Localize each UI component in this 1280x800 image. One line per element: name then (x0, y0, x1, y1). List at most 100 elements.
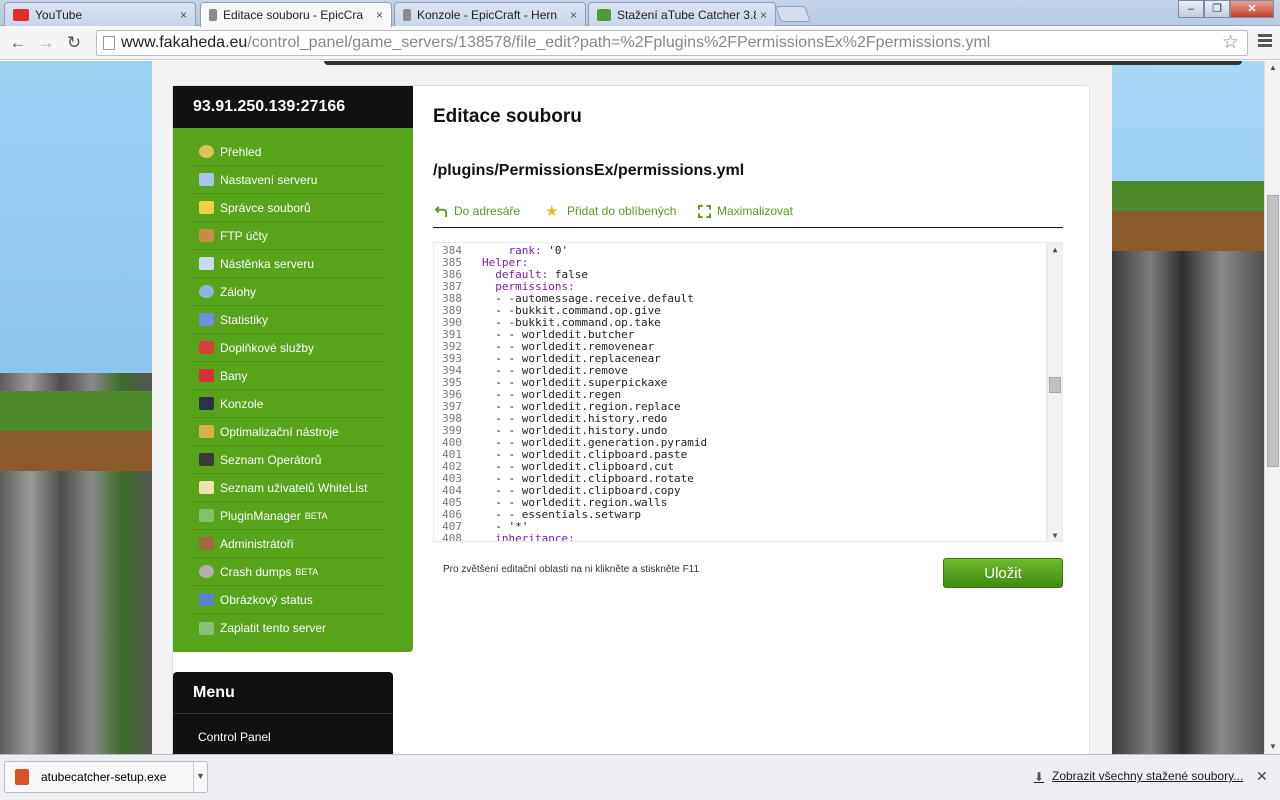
server-sidebar: 93.91.250.139:27166 Přehled Nastavení se… (173, 86, 413, 652)
line-number: 408 (442, 532, 462, 542)
editor-hint: Pro zvětšení editační oblasti na ni klik… (443, 564, 700, 575)
scroll-down-icon[interactable]: ▼ (1265, 740, 1280, 754)
action-label: Přidat do oblíbených (567, 204, 677, 218)
tab-label: Konzole - EpicCraft - Hern (417, 7, 558, 22)
sidebar-item-bany[interactable]: Bany (193, 362, 383, 390)
sidebar-item-statistiky[interactable]: Statistiky (193, 306, 383, 334)
tab-strip: YouTube × Editace souboru - EpicCra × Ko… (0, 0, 1280, 27)
close-icon[interactable]: ✕ (1256, 768, 1268, 785)
sidebar-item-spravce-souboru[interactable]: Správce souborů (193, 194, 383, 222)
forward-icon[interactable]: → (34, 31, 58, 55)
back-icon[interactable]: ← (6, 31, 30, 55)
scroll-down-icon[interactable]: ▼ (1047, 529, 1062, 541)
line-number-gutter: 384 385 386 387 388 389 390 391 392 393 394 395 396 3… (434, 243, 462, 542)
tab-youtube[interactable]: YouTube × (4, 2, 196, 26)
sidebar-item-label: Bany (220, 368, 248, 383)
sidebar-item-zaplatit[interactable]: Zaplatit tento server (193, 614, 383, 642)
editor-scroll-thumb[interactable] (1049, 377, 1061, 393)
sidebar-item-ftp[interactable]: FTP účty (193, 222, 383, 250)
sidebar-item-label: Seznam Operátorů (220, 452, 322, 467)
show-all-label: Zobrazit všechny stažené soubory... (1052, 769, 1244, 783)
browser-toolbar: ← → ↻ www.fakaheda.eu/control_panel/game… (0, 26, 1280, 60)
sidebar-item-label: Statistiky (220, 312, 269, 327)
tab-konzole[interactable]: Konzole - EpicCraft - Hern × (394, 2, 586, 26)
sidebar-item-operatori[interactable]: Seznam Operátorů (193, 446, 383, 474)
menu-box: Menu Control Panel (173, 672, 393, 754)
action-label: Maximalizovat (717, 204, 794, 218)
sidebar-item-label: PluginManager (220, 508, 301, 523)
maximize-window-icon[interactable]: ❐ (1204, 0, 1230, 18)
close-icon[interactable]: × (376, 8, 383, 22)
sidebar-item-nastenka[interactable]: Nástěnka serveru (193, 250, 383, 278)
window-close-icon[interactable]: ✕ (1230, 0, 1274, 18)
scroll-up-icon[interactable]: ▲ (1265, 61, 1280, 75)
sidebar-item-whitelist[interactable]: Seznam uživatelů WhiteList (193, 474, 383, 502)
background-landscape-left (0, 61, 152, 754)
url-host: www.fakaheda.eu (121, 34, 248, 51)
code-area[interactable]: rank: '0' Helper: default: false permissi… (482, 243, 1042, 542)
download-filename: atubecatcher-setup.exe (41, 770, 167, 784)
maximize-link[interactable]: Maximalizovat (698, 204, 793, 218)
scroll-up-icon[interactable]: ▲ (1047, 243, 1062, 257)
cross-icon (199, 369, 214, 382)
minimize-icon[interactable]: ‒ (1178, 0, 1204, 18)
code-editor[interactable]: 384 385 386 387 388 389 390 391 392 393 394 395 396 3… (433, 242, 1063, 542)
sidebar-item-label: Crash dumps (220, 564, 292, 579)
sidebar-item-administratori[interactable]: Administrátoři (193, 530, 383, 558)
new-tab-button[interactable] (775, 6, 811, 22)
sidebar-item-optimalizace[interactable]: Optimalizační nástroje (193, 418, 383, 446)
show-all-downloads-link[interactable]: ⬇ Zobrazit všechny stažené soubory... (1034, 769, 1244, 784)
sidebar-item-zalohy[interactable]: Zálohy (193, 278, 383, 306)
browser-menu-icon[interactable] (1258, 34, 1272, 49)
download-bar: atubecatcher-setup.exe ▼ ⬇ Zobrazit všec… (0, 754, 1280, 800)
menu-item-control-panel[interactable]: Control Panel (173, 714, 393, 744)
page-scroll-thumb[interactable] (1267, 195, 1279, 467)
sidebar-item-prehled[interactable]: Přehled (193, 138, 383, 166)
sidebar-item-doplnkove-sluzby[interactable]: Doplňkové služby (193, 334, 383, 362)
chart-icon (199, 313, 214, 326)
editor-scrollbar[interactable]: ▲ ▼ (1046, 243, 1062, 541)
tab-atube-catcher[interactable]: Stažení aTube Catcher 3.8 × (588, 2, 776, 26)
add-favorite-link[interactable]: ★ Přidat do oblíbených (545, 204, 677, 219)
sidebar-item-obrazkovy-status[interactable]: Obrázkový status (193, 586, 383, 614)
menu-title: Menu (173, 672, 393, 714)
puzzle-icon (199, 509, 214, 522)
action-label: Do adresáře (454, 204, 521, 218)
tab-label: Editace souboru - EpicCra (223, 8, 364, 22)
sidebar-item-label: Administrátoři (220, 536, 294, 551)
back-arrow-icon (435, 205, 448, 217)
disc-icon (199, 285, 214, 298)
sidebar-item-crash-dumps[interactable]: Crash dumps BETA (193, 558, 383, 586)
sidebar-item-pluginmanager[interactable]: PluginManager BETA (193, 502, 383, 530)
server-address: 93.91.250.139:27166 (173, 86, 413, 128)
background-landscape-right (1112, 61, 1268, 754)
sidebar-item-label: Přehled (220, 144, 262, 159)
sidebar-item-nastaveni[interactable]: Nastavení serveru (193, 166, 383, 194)
youtube-icon (13, 8, 29, 21)
reload-icon[interactable]: ↻ (62, 31, 86, 55)
code-line: rank: '0' (508, 244, 569, 257)
board-icon (199, 257, 214, 270)
url-path: /control_panel/game_servers/138578/file_… (247, 34, 991, 51)
sidebar-item-label: Nástěnka serveru (220, 256, 315, 271)
download-item[interactable]: atubecatcher-setup.exe ▼ (4, 761, 208, 793)
file-actions: Do adresáře ★ Přidat do oblíbených Maxim… (433, 192, 1063, 228)
tab-editace-souboru[interactable]: Editace souboru - EpicCra × (200, 2, 392, 27)
terminal-icon (199, 397, 214, 410)
back-to-directory-link[interactable]: Do adresáře (435, 204, 520, 218)
close-icon[interactable]: × (180, 8, 187, 22)
close-icon[interactable]: × (760, 8, 767, 22)
bookmark-star-icon[interactable]: ☆ (1222, 31, 1239, 55)
address-bar[interactable]: www.fakaheda.eu/control_panel/game_serve… (96, 30, 1248, 56)
main-panel: 93.91.250.139:27166 Přehled Nastavení se… (172, 85, 1090, 754)
chevron-down-icon[interactable]: ▼ (193, 762, 207, 792)
page-scrollbar[interactable]: ▲ ▼ (1264, 61, 1280, 754)
sidebar-item-konzole[interactable]: Konzole (193, 390, 383, 418)
sidebar-item-label: Seznam uživatelů WhiteList (220, 480, 368, 495)
page-viewport: 93.91.250.139:27166 Přehled Nastavení se… (0, 61, 1280, 754)
close-icon[interactable]: × (570, 8, 577, 22)
favicon-icon (403, 8, 411, 21)
save-button[interactable]: Uložit (943, 558, 1063, 588)
installer-file-icon (15, 769, 29, 785)
sidebar-item-label: Zálohy (220, 284, 257, 299)
